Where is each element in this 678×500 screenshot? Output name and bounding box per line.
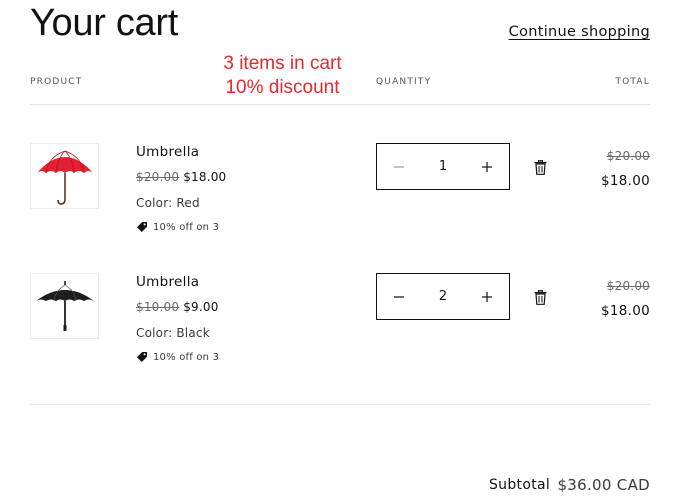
quantity-stepper: 1 <box>376 143 510 190</box>
decrease-quantity-button[interactable] <box>377 144 421 189</box>
continue-shopping-link[interactable]: Continue shopping <box>509 24 650 40</box>
sale-price: $18.00 <box>183 170 227 184</box>
product-color: Color: Red <box>136 196 200 210</box>
tag-icon <box>136 351 148 363</box>
column-header-total: TOTAL <box>615 77 650 87</box>
subtotal-label: Subtotal <box>489 477 551 493</box>
column-header-quantity: QUANTITY <box>376 77 432 87</box>
discount-badge: 10% off on 3 <box>136 351 219 363</box>
trash-icon <box>534 289 546 305</box>
plus-icon <box>482 161 492 172</box>
sale-price: $9.00 <box>183 300 219 314</box>
annotation-items-count: 3 items in cart <box>223 53 342 74</box>
annotation-discount: 10% discount <box>225 77 340 98</box>
remove-item-button[interactable] <box>532 159 548 175</box>
quantity-input[interactable]: 2 <box>421 289 465 304</box>
trash-icon <box>534 159 546 175</box>
line-total-original: $20.00 <box>606 279 650 293</box>
product-prices: $20.00 $18.00 <box>136 170 226 184</box>
header-divider <box>30 104 650 105</box>
product-color: Color: Black <box>136 326 210 340</box>
product-name[interactable]: Umbrella <box>136 144 199 160</box>
original-price: $10.00 <box>136 300 180 314</box>
increase-quantity-button[interactable] <box>465 274 509 319</box>
line-total-original: $20.00 <box>606 149 650 163</box>
tag-icon <box>136 221 148 233</box>
plus-icon <box>482 291 492 302</box>
items-divider <box>30 404 650 405</box>
remove-item-button[interactable] <box>532 289 548 305</box>
line-total: $18.00 <box>600 173 650 189</box>
column-header-product: PRODUCT <box>30 77 83 87</box>
quantity-stepper: 2 <box>376 273 510 320</box>
decrease-quantity-button[interactable] <box>377 274 421 319</box>
discount-label: 10% off on 3 <box>153 351 220 363</box>
page-title: Your cart <box>30 2 178 44</box>
original-price: $20.00 <box>136 170 180 184</box>
product-image-red-umbrella[interactable] <box>30 143 99 209</box>
minus-icon <box>394 165 404 168</box>
discount-badge: 10% off on 3 <box>136 221 219 233</box>
cart-item: Umbrella $20.00 $18.00 Color: Red 10% off… <box>0 140 678 250</box>
product-name[interactable]: Umbrella <box>136 274 199 290</box>
subtotal-value: $36.00 CAD <box>557 476 650 494</box>
quantity-input[interactable]: 1 <box>421 159 465 174</box>
minus-icon <box>394 295 404 298</box>
discount-label: 10% off on 3 <box>153 221 220 233</box>
product-prices: $10.00 $9.00 <box>136 300 219 314</box>
increase-quantity-button[interactable] <box>465 144 509 189</box>
product-image-black-umbrella[interactable] <box>30 273 99 339</box>
line-total: $18.00 <box>600 303 650 319</box>
cart-item: Umbrella $10.00 $9.00 Color: Black 10% of… <box>0 270 678 380</box>
